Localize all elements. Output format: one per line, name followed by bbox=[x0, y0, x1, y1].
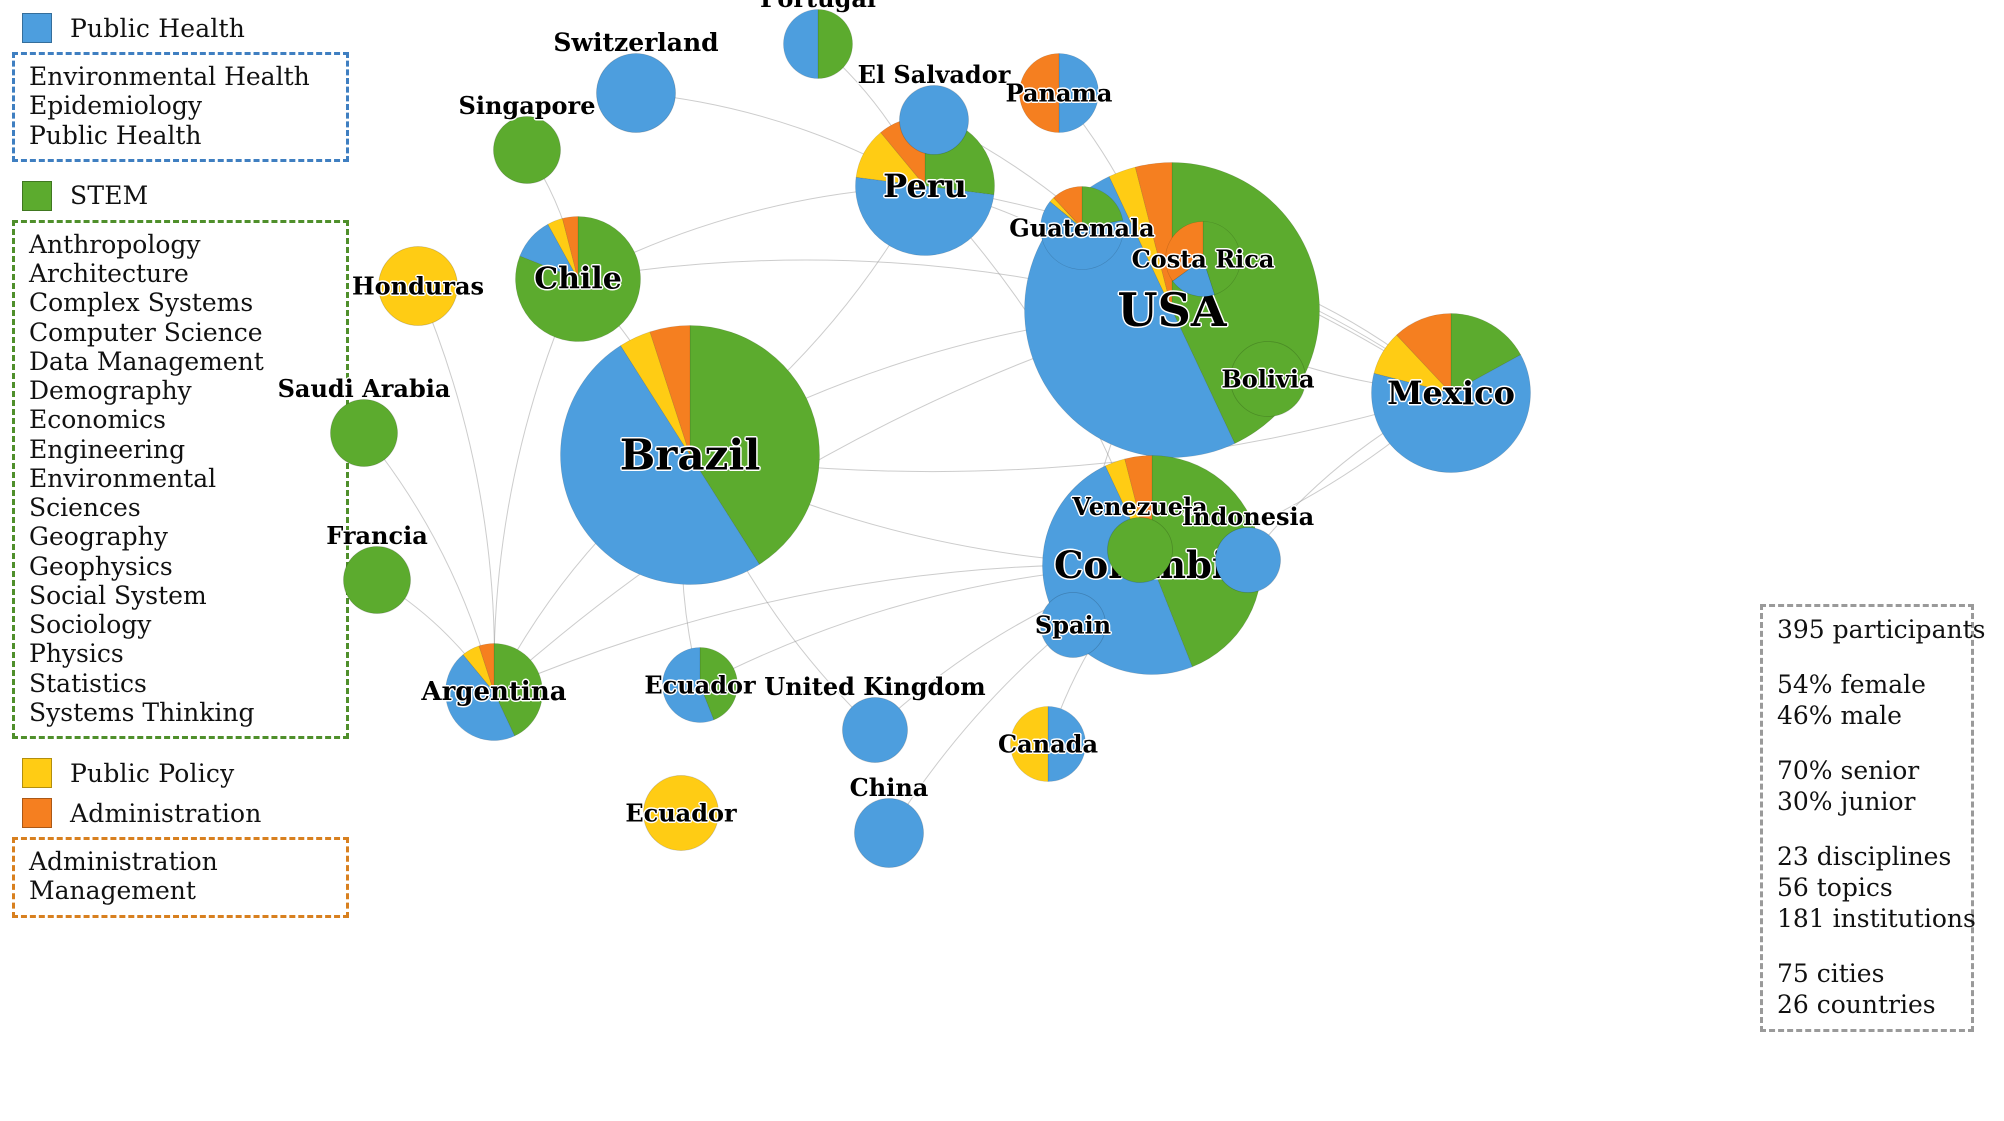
country-node[interactable]: Guatemala bbox=[1009, 186, 1155, 270]
stats-line: 26 countries bbox=[1777, 990, 1936, 1019]
stats-line: 54% female bbox=[1777, 670, 1926, 699]
country-node[interactable]: Switzerland bbox=[553, 28, 719, 133]
pie-slice bbox=[1047, 706, 1086, 782]
country-node[interactable]: Singapore bbox=[459, 91, 595, 184]
pie-slice bbox=[783, 9, 819, 79]
node-pie-chart bbox=[378, 246, 458, 326]
pie-slice bbox=[1010, 706, 1049, 782]
node-pie-chart bbox=[854, 798, 924, 868]
pie-slice bbox=[817, 9, 853, 79]
node-pie-chart bbox=[662, 647, 738, 723]
country-node[interactable]: Costa Rica bbox=[1132, 221, 1274, 297]
node-pie-chart bbox=[1165, 221, 1241, 297]
pie-slice bbox=[1107, 517, 1173, 583]
country-node[interactable]: Panama bbox=[1006, 53, 1112, 133]
stats-line: 395 participants bbox=[1777, 615, 1986, 644]
country-node[interactable]: Venezuela bbox=[1072, 492, 1208, 583]
country-node[interactable]: Ecuador bbox=[644, 647, 756, 723]
country-node[interactable]: Spain bbox=[1035, 592, 1111, 658]
node-pie-chart bbox=[330, 399, 398, 467]
pie-slice bbox=[493, 116, 561, 184]
pie-slice bbox=[1230, 341, 1306, 417]
node-pie-chart bbox=[842, 697, 908, 763]
node-pie-chart bbox=[1215, 527, 1281, 593]
country-node[interactable]: Chile bbox=[515, 216, 641, 342]
summary-stats-panel: 395 participants 54% female 46% male 70% se… bbox=[1756, 600, 1986, 1046]
pie-slice bbox=[842, 697, 908, 763]
stats-line: 46% male bbox=[1777, 701, 1902, 730]
node-pie-chart bbox=[643, 775, 719, 851]
pie-slice bbox=[343, 546, 411, 614]
pie-slice bbox=[643, 775, 719, 851]
country-node[interactable]: Indonesia bbox=[1182, 502, 1314, 593]
node-pie-chart bbox=[1107, 517, 1173, 583]
country-node[interactable]: Canada bbox=[998, 706, 1098, 782]
node-pie-chart bbox=[560, 325, 820, 585]
node-pie-chart bbox=[493, 116, 561, 184]
stats-box: 395 participants 54% female 46% male 70% se… bbox=[1760, 604, 1986, 1032]
stats-spacer bbox=[1777, 731, 1957, 755]
figure-canvas: Public Health Environmental Health Epidemi… bbox=[0, 0, 2004, 1121]
country-node[interactable]: Saudi Arabia bbox=[278, 374, 450, 467]
country-node[interactable]: Brazil bbox=[560, 325, 820, 585]
country-node[interactable]: China bbox=[850, 773, 928, 868]
country-node[interactable]: Portugal bbox=[760, 0, 876, 79]
country-node[interactable]: United Kingdom bbox=[764, 672, 986, 763]
node-pie-chart bbox=[783, 9, 853, 79]
pie-slice bbox=[899, 85, 969, 155]
pie-slice bbox=[330, 399, 398, 467]
node-pie-chart bbox=[343, 546, 411, 614]
stats-line: 56 topics bbox=[1777, 873, 1893, 902]
node-pie-chart bbox=[1040, 592, 1106, 658]
pie-slice bbox=[596, 53, 676, 133]
stats-spacer bbox=[1777, 645, 1957, 669]
country-node[interactable]: Mexico bbox=[1371, 313, 1531, 473]
node-pie-chart bbox=[445, 643, 543, 741]
stats-line: 75 cities bbox=[1777, 959, 1885, 988]
network-edge bbox=[417, 285, 495, 693]
country-node[interactable]: Bolivia bbox=[1221, 341, 1315, 417]
pie-slice bbox=[1040, 592, 1106, 658]
country-node[interactable]: Ecuador bbox=[625, 775, 737, 851]
node-pie-chart bbox=[596, 53, 676, 133]
country-node[interactable]: Francia bbox=[326, 521, 428, 614]
country-node[interactable]: Argentina bbox=[421, 643, 567, 741]
pie-slice bbox=[1215, 527, 1281, 593]
node-pie-chart bbox=[1040, 186, 1124, 270]
pie-slice bbox=[1019, 53, 1060, 133]
country-node[interactable]: Honduras bbox=[352, 246, 484, 326]
stats-spacer bbox=[1777, 934, 1957, 958]
node-pie-chart bbox=[899, 85, 969, 155]
stats-line: 70% senior bbox=[1777, 756, 1920, 785]
node-pie-chart bbox=[1010, 706, 1086, 782]
pie-slice bbox=[1058, 53, 1099, 133]
country-network-graph: USABrazilColombiaMexicoPeruChileArgentin… bbox=[0, 0, 2004, 1121]
stats-spacer bbox=[1777, 817, 1957, 841]
stats-line: 181 institutions bbox=[1777, 904, 1976, 933]
node-pie-chart bbox=[1371, 313, 1531, 473]
stats-line: 30% junior bbox=[1777, 787, 1916, 816]
node-pie-chart bbox=[1230, 341, 1306, 417]
node-pie-chart bbox=[1019, 53, 1099, 133]
network-edges bbox=[363, 43, 1452, 834]
stats-line: 23 disciplines bbox=[1777, 842, 1952, 871]
country-node[interactable]: El Salvador bbox=[858, 60, 1010, 155]
pie-slice bbox=[854, 798, 924, 868]
pie-slice bbox=[378, 246, 458, 326]
node-pie-chart bbox=[515, 216, 641, 342]
